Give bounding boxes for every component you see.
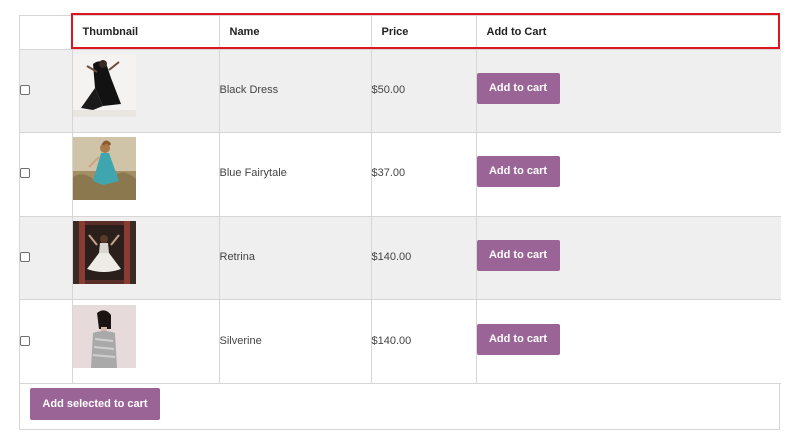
product-table-container: Thumbnail Name Price Add to Cart Black D… xyxy=(19,15,781,430)
product-price-cell: $50.00 xyxy=(371,49,477,134)
product-name-cell: Blue Fairytale xyxy=(219,132,372,217)
product-price-cell: $140.00 xyxy=(371,216,477,301)
product-table: Thumbnail Name Price Add to Cart Black D… xyxy=(20,16,781,384)
thumbnail-cell xyxy=(72,132,220,217)
add-to-cart-cell: Add to cart xyxy=(476,49,781,134)
product-name-cell: Black Dress xyxy=(219,49,372,134)
add-to-cart-button[interactable]: Add to cart xyxy=(476,323,560,355)
product-name[interactable]: Silverine xyxy=(220,335,262,347)
product-name[interactable]: Blue Fairytale xyxy=(220,167,287,179)
table-row: Blue Fairytale $37.00 Add to cart xyxy=(20,132,781,217)
product-price: $140.00 xyxy=(371,250,412,263)
add-selected-to-cart-button[interactable]: Add selected to cart xyxy=(30,388,160,420)
select-cell xyxy=(20,132,73,217)
product-thumbnail[interactable] xyxy=(72,137,136,201)
product-thumbnail[interactable] xyxy=(72,220,136,284)
select-cell xyxy=(20,216,73,301)
header-thumbnail: Thumbnail xyxy=(72,16,220,50)
thumbnail-cell xyxy=(72,216,220,301)
product-name[interactable]: Black Dress xyxy=(220,84,279,96)
header-add-to-cart: Add to Cart xyxy=(476,16,781,50)
table-row: Silverine $140.00 Add to cart xyxy=(20,299,781,384)
woman-in-black-dress-photo-icon xyxy=(72,53,136,117)
thumbnail-cell xyxy=(72,299,220,384)
woman-in-silver-top-photo-icon xyxy=(72,304,136,368)
product-name[interactable]: Retrina xyxy=(220,251,255,263)
row-checkbox[interactable] xyxy=(20,335,30,346)
row-checkbox[interactable] xyxy=(20,84,30,95)
table-row: Retrina $140.00 Add to cart xyxy=(20,216,781,301)
table-row: Black Dress $50.00 Add to cart xyxy=(20,49,781,134)
select-cell xyxy=(20,49,73,134)
row-checkbox[interactable] xyxy=(20,168,30,179)
product-price: $140.00 xyxy=(371,334,412,347)
woman-in-blue-dress-field-photo-icon xyxy=(72,137,136,201)
table-footer: Add selected to cart xyxy=(20,381,779,429)
add-to-cart-cell: Add to cart xyxy=(476,299,781,384)
table-header-row: Thumbnail Name Price Add to Cart xyxy=(20,16,781,50)
product-thumbnail[interactable] xyxy=(72,53,136,117)
header-select xyxy=(20,16,73,50)
product-name-cell: Silverine xyxy=(219,299,372,384)
add-to-cart-cell: Add to cart xyxy=(476,216,781,301)
add-to-cart-button[interactable]: Add to cart xyxy=(476,156,560,188)
product-name-cell: Retrina xyxy=(219,216,372,301)
header-name: Name xyxy=(219,16,372,50)
product-price-cell: $140.00 xyxy=(371,299,477,384)
add-to-cart-button[interactable]: Add to cart xyxy=(476,72,560,104)
product-price-cell: $37.00 xyxy=(371,132,477,217)
add-to-cart-cell: Add to cart xyxy=(476,132,781,217)
header-price: Price xyxy=(371,16,477,50)
add-to-cart-button[interactable]: Add to cart xyxy=(476,239,560,271)
woman-in-white-dress-doorway-photo-icon xyxy=(72,220,136,284)
select-cell xyxy=(20,299,73,384)
row-checkbox[interactable] xyxy=(20,251,30,262)
thumbnail-cell xyxy=(72,49,220,134)
product-price: $37.00 xyxy=(371,167,406,180)
product-thumbnail[interactable] xyxy=(72,304,136,368)
product-price: $50.00 xyxy=(371,83,406,96)
